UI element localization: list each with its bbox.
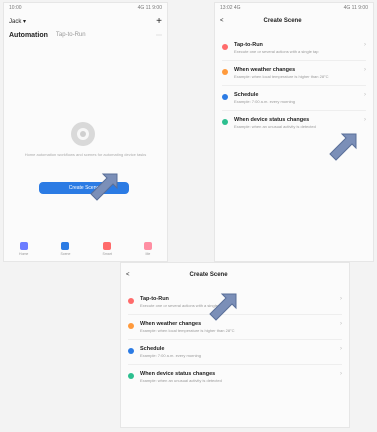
- account-header: Jack ▾ +: [3, 14, 168, 28]
- chevron-right-icon: ›: [340, 321, 342, 327]
- scene-type-item[interactable]: Schedule Example: 7:00 a.m. every morning…: [214, 86, 374, 110]
- status-time: 13:02 4G: [220, 5, 241, 11]
- pointer-arrow-icon: [209, 293, 237, 321]
- account-switcher[interactable]: Jack ▾: [9, 18, 26, 25]
- scene-type-title: Schedule: [234, 92, 259, 98]
- scene-type-subtitle: Execute one or several actions with a si…: [234, 49, 319, 54]
- pointer-arrow-icon: [329, 133, 357, 161]
- scene-type-list: Tap-to-Run Execute one or several actions…: [214, 36, 374, 135]
- scene-type-icon: [222, 94, 228, 100]
- status-icons: 4G 11 9:00: [343, 5, 368, 11]
- tab-smart-label: Smart: [102, 252, 112, 256]
- scene-type-subtitle: Example: 7:00 a.m. every morning: [234, 99, 295, 104]
- scene-type-icon: [222, 69, 228, 75]
- tab-smart[interactable]: Smart: [103, 242, 112, 256]
- pointer-arrow-icon: [90, 173, 118, 201]
- scene-type-title: Schedule: [140, 346, 165, 352]
- scene-type-icon: [222, 119, 228, 125]
- scene-type-icon: [128, 348, 134, 354]
- scene-type-text: When device status changes Example: when …: [140, 371, 222, 383]
- scene-tabs: Automation Tap-to-Run ⋯: [3, 28, 168, 42]
- tab-me-label: Me: [145, 252, 151, 256]
- scene-type-item[interactable]: When weather changes Example: when local …: [214, 61, 374, 85]
- scene-type-text: Schedule Example: 7:00 a.m. every morning: [234, 92, 295, 104]
- page-title: Create Scene: [263, 18, 302, 24]
- add-button[interactable]: +: [156, 16, 162, 27]
- tab-automation[interactable]: Automation: [9, 32, 48, 39]
- scene-type-subtitle: Example: when an unusual activity is det…: [140, 378, 222, 383]
- scene-type-title: When weather changes: [234, 67, 296, 73]
- tab-scene[interactable]: Scene: [60, 242, 70, 256]
- scene-type-title: Tap-to-Run: [234, 42, 263, 48]
- empty-state-text: Home automation workflows and scenes for…: [24, 152, 147, 157]
- scene-type-icon: [128, 373, 134, 379]
- me-icon: [143, 242, 152, 250]
- chevron-right-icon: ›: [364, 67, 366, 73]
- scene-type-text: When device status changes Example: when …: [234, 117, 316, 129]
- scene-type-icon: [128, 298, 134, 304]
- status-time: 10:00: [9, 5, 22, 11]
- status-bar: 10:00 4G 11 9:00: [3, 2, 168, 14]
- chevron-right-icon: ›: [340, 346, 342, 352]
- scene-type-text: Tap-to-Run Execute one or several actions…: [234, 42, 319, 54]
- right-phone-screen: 13:02 4G 4G 11 9:00 < Create Scene Tap-t…: [214, 2, 374, 262]
- bottom-tab-bar: Home Scene Smart Me: [3, 242, 168, 256]
- scene-type-text: When weather changes Example: when local …: [234, 67, 329, 79]
- back-button[interactable]: <: [126, 272, 130, 278]
- scene-icon: [61, 242, 70, 250]
- scene-type-subtitle: Example: 7:00 a.m. every morning: [140, 353, 201, 358]
- scene-type-item[interactable]: Schedule Example: 7:00 a.m. every morning…: [120, 340, 350, 364]
- scene-type-item[interactable]: Tap-to-Run Execute one or several actions…: [214, 36, 374, 60]
- tab-home[interactable]: Home: [19, 242, 28, 256]
- more-icon[interactable]: ⋯: [156, 32, 162, 39]
- tab-me[interactable]: Me: [143, 242, 152, 256]
- status-bar: 13:02 4G 4G 11 9:00: [214, 2, 374, 14]
- empty-state-illustration: [71, 122, 95, 146]
- scene-type-item[interactable]: When device status changes Example: when …: [120, 365, 350, 389]
- scene-type-title: When device status changes: [234, 117, 310, 123]
- home-icon: [19, 242, 28, 250]
- smart-icon: [103, 242, 112, 250]
- scene-type-title: When device status changes: [140, 371, 216, 377]
- scene-type-subtitle: Example: when an unusual activity is det…: [234, 124, 316, 129]
- tab-scene-label: Scene: [60, 252, 71, 256]
- create-scene-header: < Create Scene: [214, 14, 374, 28]
- tab-tap-to-run[interactable]: Tap-to-Run: [56, 32, 86, 38]
- chevron-right-icon: ›: [364, 92, 366, 98]
- status-icons: 4G 11 9:00: [137, 5, 162, 11]
- scene-type-text: Schedule Example: 7:00 a.m. every morning: [140, 346, 201, 358]
- left-phone-screen: 10:00 4G 11 9:00 Jack ▾ + Automation Tap…: [3, 2, 168, 262]
- back-button[interactable]: <: [220, 18, 224, 24]
- scene-type-icon: [128, 323, 134, 329]
- chevron-right-icon: ›: [340, 296, 342, 302]
- scene-type-subtitle: Example: when local temperature is highe…: [140, 328, 235, 333]
- scene-type-subtitle: Example: when local temperature is highe…: [234, 74, 329, 79]
- tab-home-label: Home: [19, 252, 29, 256]
- bottom-phone-screen: < Create Scene Tap-to-Run Execute one or …: [120, 262, 350, 428]
- scene-type-icon: [222, 44, 228, 50]
- page-title: Create Scene: [189, 272, 228, 278]
- chevron-right-icon: ›: [364, 117, 366, 123]
- chevron-right-icon: ›: [364, 42, 366, 48]
- create-scene-header: < Create Scene: [120, 268, 350, 282]
- chevron-right-icon: ›: [340, 371, 342, 377]
